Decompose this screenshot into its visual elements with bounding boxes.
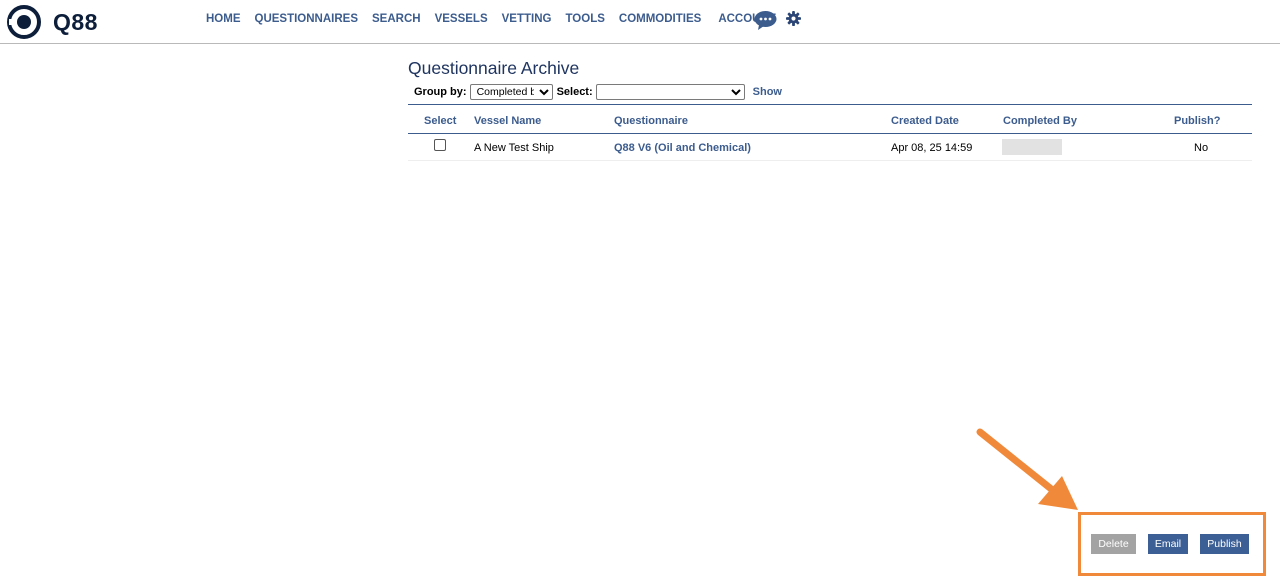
select-label: Select: <box>556 86 593 98</box>
show-link[interactable]: Show <box>753 86 782 98</box>
logo-text: Q88 <box>53 8 98 35</box>
gear-icon[interactable] <box>786 11 801 26</box>
nav-search[interactable]: SEARCH <box>372 13 421 25</box>
col-select[interactable]: Select <box>424 115 456 127</box>
select-dropdown[interactable] <box>595 84 745 100</box>
col-questionnaire[interactable]: Questionnaire <box>614 115 688 127</box>
group-by-select[interactable]: Completed by <box>469 84 553 100</box>
archive-table: Select Vessel Name Questionnaire Created… <box>408 104 1252 161</box>
nav-vessels[interactable]: VESSELS <box>435 13 488 25</box>
main-nav: HOME QUESTIONNAIRES SEARCH VESSELS VETTI… <box>206 13 790 25</box>
col-publish[interactable]: Publish? <box>1174 115 1220 127</box>
completed-by-cell-redacted <box>1002 139 1062 155</box>
nav-commodities[interactable]: COMMODITIES <box>619 13 701 25</box>
nav-tools[interactable]: TOOLS <box>565 13 604 25</box>
table-header: Select Vessel Name Questionnaire Created… <box>408 104 1252 134</box>
questionnaire-link[interactable]: Q88 V6 (Oil and Chemical) <box>614 142 751 154</box>
nav-vetting[interactable]: VETTING <box>502 13 552 25</box>
chat-bubble-icon[interactable] <box>754 10 777 31</box>
publish-cell: No <box>1194 142 1209 154</box>
nav-home[interactable]: HOME <box>206 13 241 25</box>
table-row: A New Test Ship Q88 V6 (Oil and Chemical… <box>408 134 1252 161</box>
group-by-bar: Group by: Completed by Select: Show <box>414 84 782 100</box>
annotation-highlight-box <box>1078 512 1266 576</box>
top-header: Q88 HOME QUESTIONNAIRES SEARCH VESSELS V… <box>0 0 1280 44</box>
q88-logo[interactable]: Q88 <box>7 3 98 41</box>
vessel-name-cell: A New Test Ship <box>474 142 554 154</box>
nav-questionnaires[interactable]: QUESTIONNAIRES <box>255 13 359 25</box>
group-by-label: Group by: <box>414 86 467 98</box>
row-select-checkbox[interactable] <box>434 139 446 151</box>
annotation-arrow-icon <box>976 428 1078 510</box>
col-completed-by[interactable]: Completed By <box>1003 115 1077 127</box>
q88-logo-icon <box>7 5 41 39</box>
created-date-cell: Apr 08, 25 14:59 <box>891 142 973 154</box>
page-title: Questionnaire Archive <box>408 58 580 78</box>
col-vessel-name[interactable]: Vessel Name <box>474 115 541 127</box>
col-created-date[interactable]: Created Date <box>891 115 959 127</box>
